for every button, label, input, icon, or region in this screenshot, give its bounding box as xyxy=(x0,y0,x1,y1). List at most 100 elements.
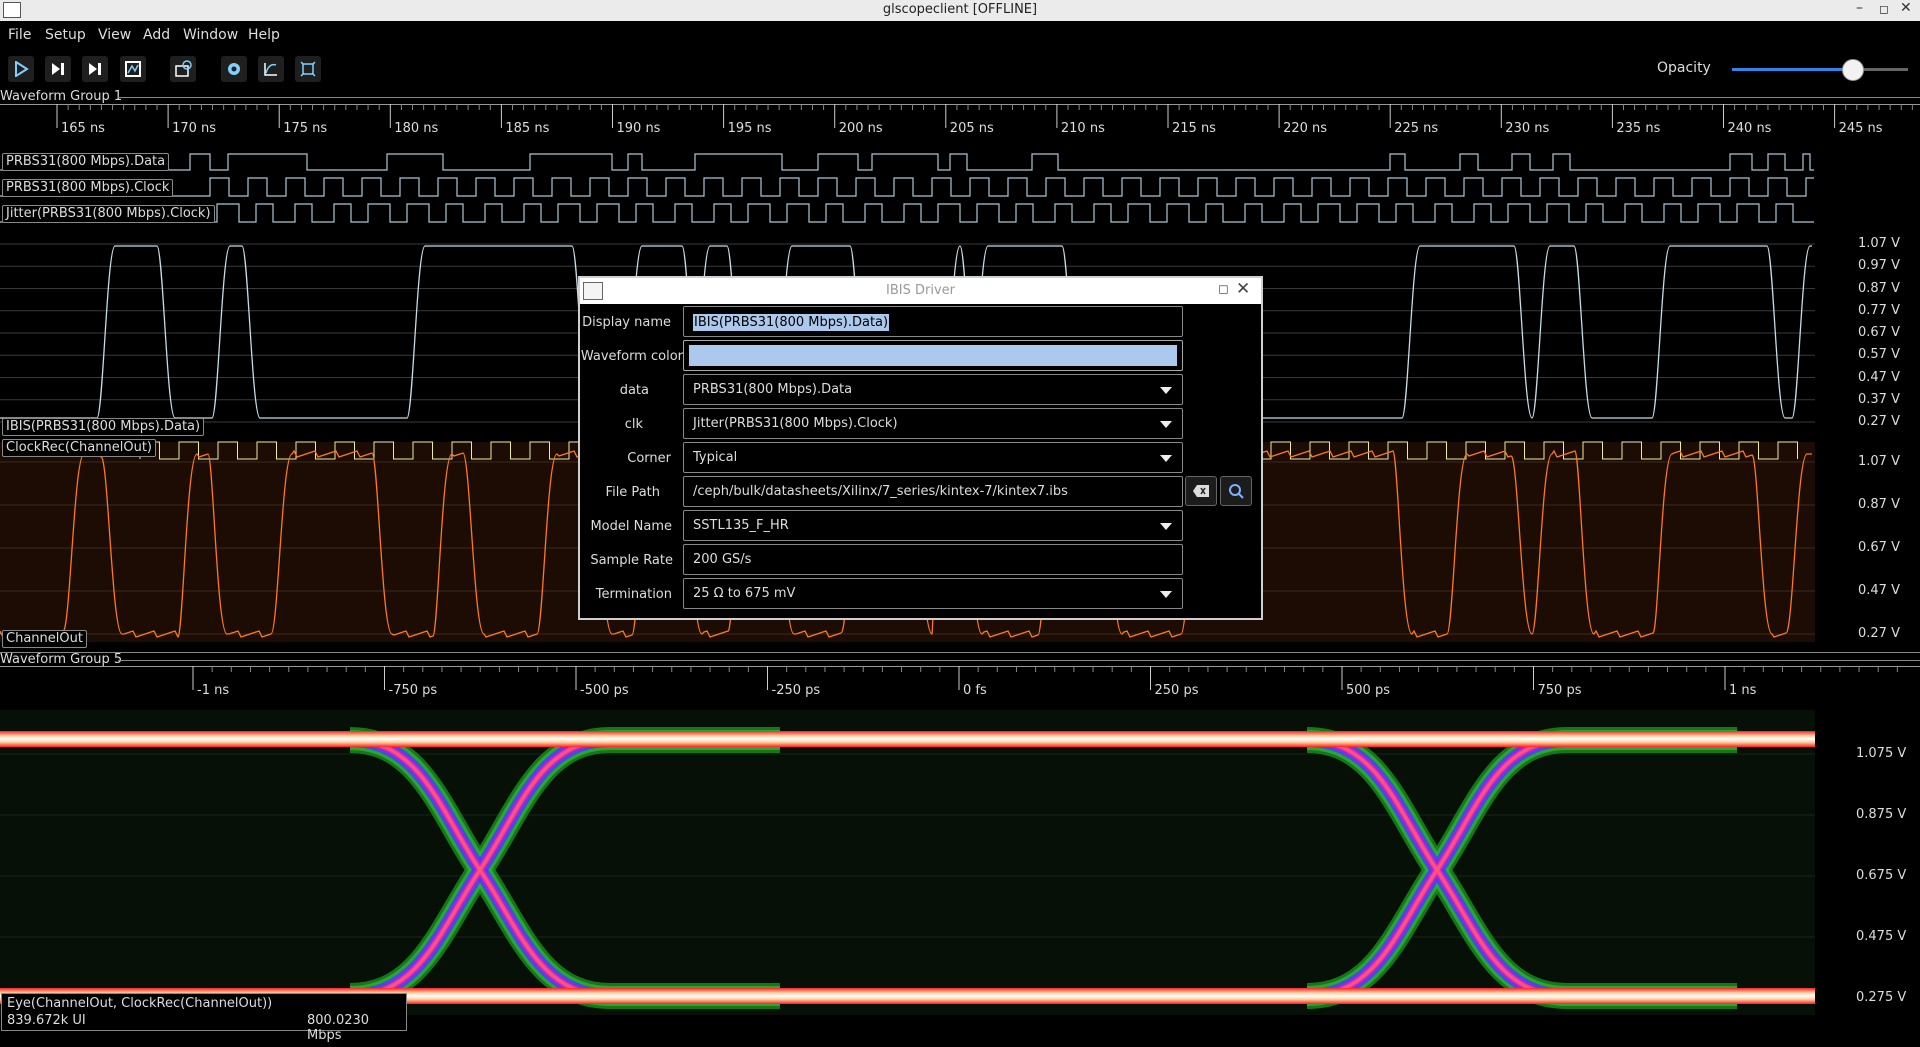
dialog-maximize-icon[interactable]: ◻ xyxy=(1218,282,1229,297)
channel-label-jitter[interactable]: Jitter(PRBS31(800 Mbps).Clock) xyxy=(2,205,215,223)
minimize-icon[interactable]: – xyxy=(1856,0,1863,16)
waveform-color-field[interactable] xyxy=(683,340,1183,371)
maximize-icon[interactable]: ◻ xyxy=(1879,2,1889,16)
menu-bar: File Setup View Add Window Help xyxy=(0,21,1920,48)
eye-voltage-label: 0.875 V xyxy=(1856,807,1907,822)
stop-icon[interactable] xyxy=(82,56,108,82)
jitter-trace xyxy=(0,203,1814,223)
chevron-down-icon xyxy=(1160,591,1172,598)
ibis-voltage-label: 0.67 V xyxy=(1858,325,1900,340)
group5-time-ruler[interactable]: -1 ns -750 ps -500 ps -250 ps 0 fs 250 ps 500 … xyxy=(0,666,1920,706)
menu-add[interactable]: Add xyxy=(143,27,170,43)
ibis-voltage-label: 0.87 V xyxy=(1858,280,1900,296)
settings-icon[interactable] xyxy=(221,56,247,82)
history-icon[interactable] xyxy=(170,56,196,82)
channel-label-clockrec[interactable]: ClockRec(ChannelOut) xyxy=(2,439,156,457)
group1-label: Waveform Group 1 xyxy=(0,89,123,104)
menu-view[interactable]: View xyxy=(98,27,131,43)
chevron-down-icon xyxy=(1160,387,1172,394)
data-label: data xyxy=(619,383,649,398)
ruler-label: -1 ns xyxy=(197,683,229,698)
ruler-label: 205 ns xyxy=(950,121,994,136)
eye-top-rail xyxy=(0,731,1815,747)
browse-file-button[interactable] xyxy=(1220,476,1252,506)
display-name-value: IBIS(PRBS31(800 Mbps).Data) xyxy=(693,314,890,331)
ruler-label: 170 ns xyxy=(172,121,216,136)
waveform-color-swatch[interactable] xyxy=(689,345,1177,366)
refresh-icon[interactable] xyxy=(258,56,284,82)
menu-setup[interactable]: Setup xyxy=(45,27,86,43)
opacity-label: Opacity xyxy=(1657,60,1711,76)
display-name-field[interactable]: IBIS(PRBS31(800 Mbps).Data) xyxy=(683,306,1183,337)
file-path-input[interactable]: /ceph/bulk/datasheets/Xilinx/7_series/ki… xyxy=(683,476,1183,507)
termination-select[interactable]: 25 Ω to 675 mV xyxy=(683,578,1183,609)
clk-value: Jitter(PRBS31(800 Mbps).Clock) xyxy=(693,416,898,431)
menu-file[interactable]: File xyxy=(8,27,31,43)
model-name-select[interactable]: SSTL135_F_HR xyxy=(683,510,1183,541)
data-value: PRBS31(800 Mbps).Data xyxy=(693,382,853,397)
ruler-label: 250 ps xyxy=(1155,683,1199,698)
channel-voltage-label: 0.67 V xyxy=(1858,540,1900,555)
opacity-slider-track[interactable] xyxy=(1732,68,1852,71)
group5-divider xyxy=(118,660,1920,661)
channel-label-data[interactable]: PRBS31(800 Mbps).Data xyxy=(2,153,170,171)
ruler-label: 240 ns xyxy=(1728,121,1772,136)
force-trigger-icon[interactable] xyxy=(120,56,146,82)
data-select[interactable]: PRBS31(800 Mbps).Data xyxy=(683,374,1183,405)
channel-label-ibis[interactable]: IBIS(PRBS31(800 Mbps).Data) xyxy=(2,418,205,436)
corner-label: Corner xyxy=(627,451,671,466)
close-icon[interactable]: ✕ xyxy=(1900,0,1912,16)
ibis-voltage-label: 0.57 V xyxy=(1858,347,1900,363)
title-bar: glscopeclient [OFFLINE] – ◻ ✕ xyxy=(0,0,1920,22)
chevron-down-icon xyxy=(1160,523,1172,530)
ibis-voltage-label: 0.47 V xyxy=(1858,369,1900,385)
opacity-slider-knob[interactable] xyxy=(1841,59,1864,81)
group1-time-ruler[interactable]: 165 ns 170 ns 175 ns 180 ns 185 ns 190 ns 195 … xyxy=(0,104,1920,144)
eye-voltage-label: 0.275 V xyxy=(1856,990,1907,1005)
ibis-voltage-label: 0.77 V xyxy=(1858,302,1900,318)
ruler-label: 175 ns xyxy=(283,121,327,136)
channel-label-channelout[interactable]: ChannelOut xyxy=(2,630,87,648)
search-icon xyxy=(1229,484,1244,499)
sample-rate-input[interactable]: 200 GS/s xyxy=(683,544,1183,575)
corner-select[interactable]: Typical xyxy=(683,442,1183,473)
eye-name: Eye(ChannelOut, ClockRec(ChannelOut)) xyxy=(7,996,273,1011)
model-name-label: Model Name xyxy=(590,519,672,534)
eye-ui-count: 839.672k UI xyxy=(7,1013,86,1028)
corner-value: Typical xyxy=(693,450,738,465)
ruler-label: 190 ns xyxy=(617,121,661,136)
chevron-down-icon xyxy=(1160,455,1172,462)
menu-help[interactable]: Help xyxy=(248,27,280,43)
ibis-voltage-label: 1.07 V xyxy=(1858,236,1900,251)
clk-select[interactable]: Jitter(PRBS31(800 Mbps).Clock) xyxy=(683,408,1183,439)
waveform-color-label: Waveform color xyxy=(580,349,683,364)
display-name-label: Display name xyxy=(582,315,671,330)
play-icon[interactable] xyxy=(8,56,34,82)
channel-label-clock[interactable]: PRBS31(800 Mbps).Clock xyxy=(2,179,174,197)
ruler-label: 180 ns xyxy=(394,121,438,136)
clear-path-button[interactable] xyxy=(1185,476,1217,506)
ruler-label: -250 ps xyxy=(772,683,821,698)
channel-voltage-label: 0.47 V xyxy=(1858,583,1900,598)
termination-value: 25 Ω to 675 mV xyxy=(693,586,796,601)
single-step-icon[interactable] xyxy=(45,56,71,82)
eye-bit-rate: 800.0230 Mbps xyxy=(307,1013,370,1043)
ruler-label: -750 ps xyxy=(389,683,438,698)
group5-label: Waveform Group 5 xyxy=(0,652,123,667)
ruler-label: 750 ps xyxy=(1538,683,1582,698)
dialog-close-icon[interactable]: ✕ xyxy=(1236,279,1250,299)
ruler-label: 220 ns xyxy=(1283,121,1327,136)
toolbar xyxy=(0,48,1920,93)
ruler-label: 500 ps xyxy=(1346,683,1390,698)
fullscreen-icon[interactable] xyxy=(295,56,321,82)
eye-info-box[interactable]: Eye(ChannelOut, ClockRec(ChannelOut)) 83… xyxy=(1,993,407,1043)
ruler-label: 185 ns xyxy=(505,121,549,136)
ibis-voltage-label: 0.97 V xyxy=(1858,258,1900,274)
dialog-title: IBIS Driver xyxy=(886,283,955,298)
ruler-label: 245 ns xyxy=(1839,121,1883,136)
file-path-label: File Path xyxy=(605,485,660,500)
ruler-label: 225 ns xyxy=(1394,121,1438,136)
clock-trace xyxy=(0,177,1814,197)
ibis-voltage-label: 0.37 V xyxy=(1858,391,1900,407)
menu-window[interactable]: Window xyxy=(183,27,238,43)
